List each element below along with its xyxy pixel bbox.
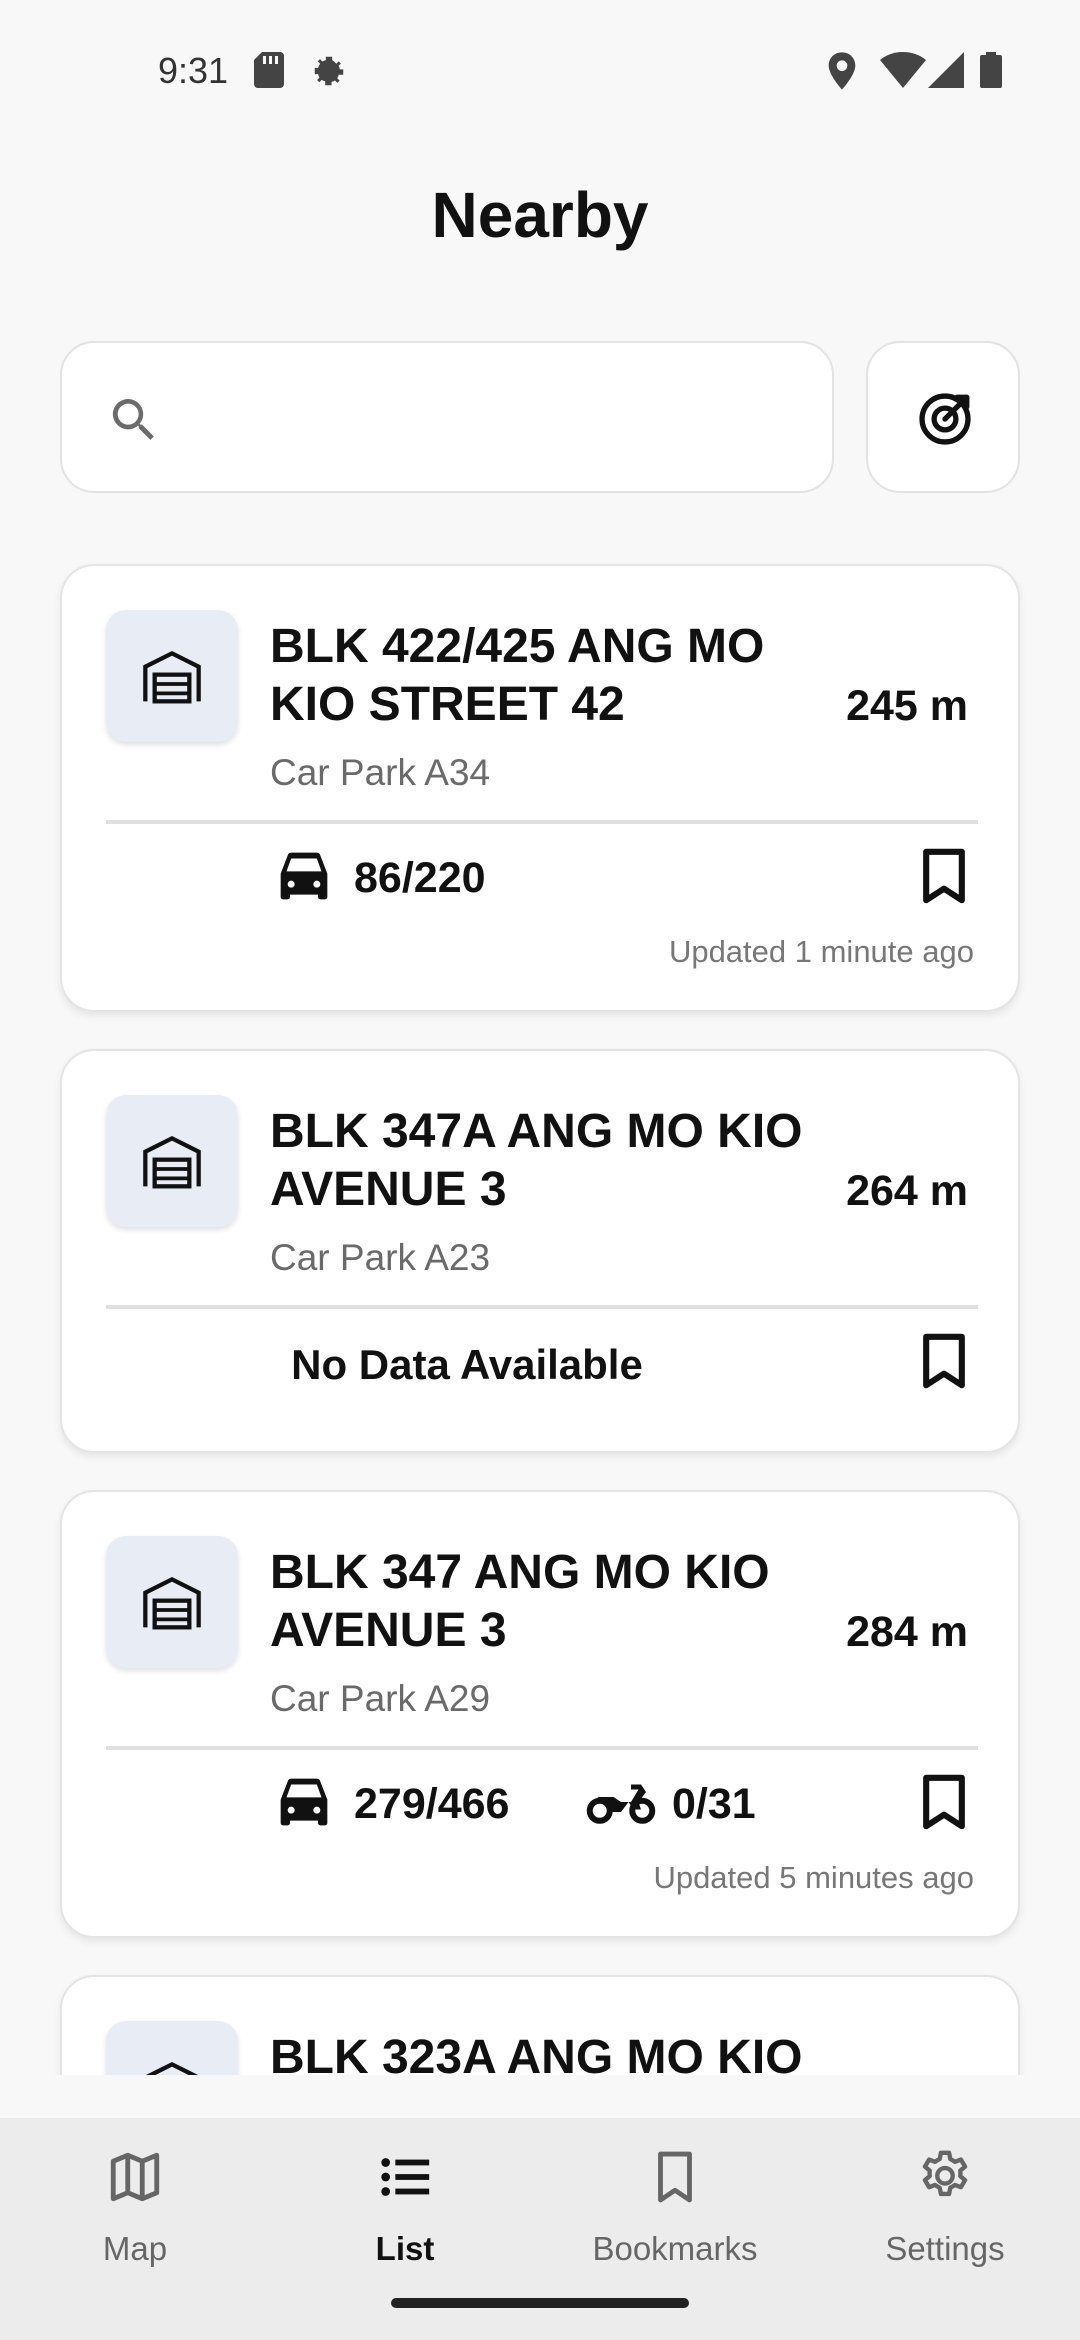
carpark-list[interactable]: BLK 422/425 ANG MO KIO STREET 42 Car Par…	[0, 540, 1080, 2075]
page-title: Nearby	[431, 179, 649, 251]
divider	[106, 1746, 978, 1750]
carpark-code: Car Park A23	[270, 1237, 491, 1278]
map-icon	[110, 2152, 160, 2202]
carpark-card[interactable]: BLK 347 ANG MO KIO AVENUE 3 Car Park A29…	[60, 1490, 1020, 1938]
locate-me-button[interactable]	[866, 341, 1020, 493]
motorcycle-lots-value: 0/31	[672, 1780, 756, 1828]
nav-label: Map	[102, 2230, 168, 2267]
bookmark-button[interactable]	[920, 1774, 980, 1838]
carpark-distance: 284 m	[846, 1608, 968, 1656]
carpark-title: BLK 323A ANG MO KIO	[270, 2031, 803, 2075]
garage-icon-tile	[106, 610, 238, 742]
carpark-distance: 264 m	[846, 1167, 968, 1215]
search-icon	[106, 392, 162, 453]
no-data-text: No Data Available	[291, 1341, 643, 1388]
carpark-card[interactable]: BLK 422/425 ANG MO KIO STREET 42 Car Par…	[60, 564, 1020, 1012]
target-icon	[919, 393, 971, 445]
garage-icon	[143, 650, 201, 704]
nav-item-list[interactable]: List	[270, 2118, 540, 2308]
bookmark-button[interactable]	[920, 1333, 980, 1397]
garage-icon	[145, 2061, 199, 2075]
wifi-icon	[880, 52, 926, 93]
carpark-card[interactable]: BLK 347A ANG MO KIO AVENUE 3 Car Park A2…	[60, 1049, 1020, 1453]
nav-label: List	[375, 2230, 435, 2267]
battery-icon	[980, 52, 1002, 93]
bookmark-icon	[923, 1774, 965, 1830]
carpark-title: BLK 347 ANG MO KIO AVENUE 3	[270, 1546, 770, 1657]
list-icon	[381, 2158, 430, 2196]
divider	[106, 820, 978, 824]
nav-item-bookmarks[interactable]: Bookmarks	[540, 2118, 810, 2308]
nav-item-settings[interactable]: Settings	[810, 2118, 1080, 2308]
carpark-title: BLK 422/425 ANG MO KIO STREET 42	[270, 620, 765, 731]
carpark-title: BLK 347A ANG MO KIO AVENUE 3	[270, 1105, 803, 1216]
bookmark-button[interactable]	[920, 848, 980, 912]
garage-icon-tile	[106, 1536, 238, 1668]
garage-icon-tile	[106, 1095, 238, 1227]
nav-label: Settings	[885, 2230, 1005, 2267]
nav-label: Bookmarks	[592, 2230, 758, 2267]
carpark-code: Car Park A34	[270, 752, 491, 793]
sd-card-icon	[254, 52, 284, 93]
nav-item-map[interactable]: Map	[0, 2118, 270, 2308]
search-input[interactable]	[182, 383, 802, 455]
carpark-code: Car Park A29	[270, 1678, 491, 1719]
garage-icon	[143, 1135, 201, 1189]
motorcycle-icon	[586, 1784, 656, 1824]
garage-icon-tile	[106, 2021, 238, 2075]
search-box[interactable]	[60, 341, 834, 493]
location-pin-icon	[826, 52, 858, 95]
carpark-distance: 245 m	[846, 682, 968, 730]
car-lots-value: 279/466	[354, 1780, 510, 1828]
updated-timestamp: Updated 5 minutes ago	[653, 1860, 974, 1895]
bookmark-icon	[658, 2151, 692, 2203]
car-lots-value: 86/220	[354, 854, 486, 902]
updated-timestamp: Updated 1 minute ago	[668, 934, 974, 969]
divider	[106, 1305, 978, 1309]
bookmark-icon	[923, 848, 965, 904]
cell-signal-icon	[928, 52, 964, 93]
settings-gear-icon	[310, 52, 348, 95]
settings-icon	[922, 2150, 968, 2197]
bookmark-icon	[923, 1333, 965, 1389]
carpark-card[interactable]: BLK 323A ANG MO KIO	[60, 1975, 1020, 2075]
car-icon	[280, 1778, 328, 1826]
car-icon	[280, 852, 328, 900]
status-bar: 9:31	[0, 0, 1080, 140]
home-indicator[interactable]	[391, 2298, 689, 2308]
status-time: 9:31	[158, 50, 229, 91]
garage-icon	[143, 1576, 201, 1630]
